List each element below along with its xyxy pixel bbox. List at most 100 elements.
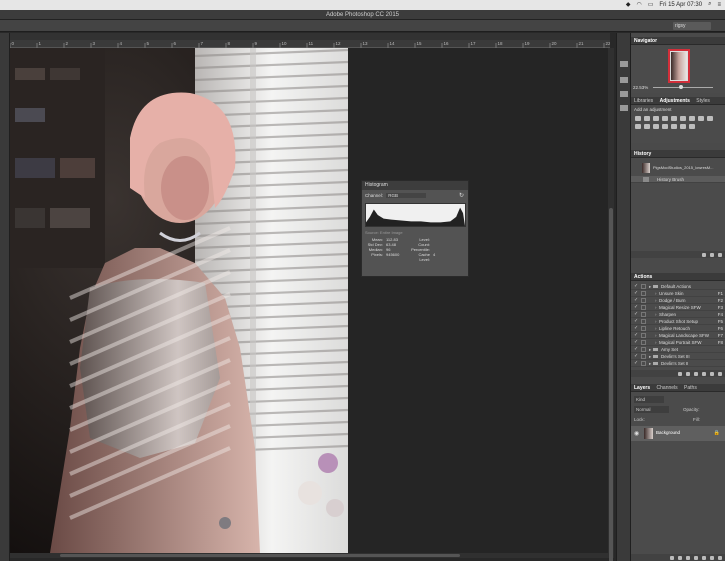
history-state[interactable]: History Brush bbox=[631, 176, 725, 183]
action-enabled-check[interactable]: ✓ bbox=[634, 339, 639, 346]
tab-libraries[interactable]: Libraries bbox=[634, 97, 653, 105]
toggle-dialog-icon[interactable] bbox=[641, 284, 646, 289]
wifi-icon[interactable]: ◠ bbox=[636, 1, 641, 8]
action-set[interactable]: ✓ ▸ Devlin's Set II bbox=[631, 360, 725, 367]
search-icon[interactable]: ⌕ bbox=[708, 1, 711, 8]
play-icon[interactable] bbox=[694, 371, 698, 376]
expand-arrow-icon[interactable]: ▸ bbox=[649, 353, 651, 360]
channel-select[interactable]: RGB bbox=[386, 193, 427, 198]
action-item[interactable]: ✓ › Dodge / Burn F2 bbox=[631, 297, 725, 304]
record-icon[interactable] bbox=[686, 371, 690, 376]
expand-arrow-icon[interactable]: › bbox=[655, 290, 657, 297]
link-layers-icon[interactable] bbox=[670, 555, 674, 560]
levels-icon[interactable] bbox=[644, 116, 650, 121]
action-enabled-check[interactable]: ✓ bbox=[634, 283, 639, 290]
history-tab[interactable]: History bbox=[634, 150, 651, 158]
curves-icon[interactable] bbox=[653, 116, 659, 121]
camera-icon[interactable] bbox=[710, 252, 714, 257]
toggle-dialog-icon[interactable] bbox=[641, 333, 646, 338]
panel-icon-3[interactable] bbox=[620, 91, 628, 97]
histogram-title[interactable]: Histogram bbox=[362, 181, 468, 190]
histogram-panel[interactable]: Histogram Channel: RGB ↻ Source: Entire … bbox=[361, 180, 469, 277]
menubar-clock[interactable]: Fri 15 Apr 07:30 bbox=[659, 2, 702, 8]
vertical-scroll-thumb[interactable] bbox=[609, 208, 613, 561]
stop-icon[interactable] bbox=[678, 371, 682, 376]
action-item[interactable]: ✓ › Lipline Retouch F6 bbox=[631, 325, 725, 332]
navigator-zoom-knob[interactable] bbox=[679, 85, 683, 89]
layer-row[interactable]: ◉ Background 🔒 bbox=[631, 426, 725, 441]
toggle-dialog-icon[interactable] bbox=[641, 347, 646, 352]
expand-arrow-icon[interactable]: ▸ bbox=[649, 346, 651, 353]
action-enabled-check[interactable]: ✓ bbox=[634, 360, 639, 367]
action-set[interactable]: ✓ ▸ Amy Set bbox=[631, 346, 725, 353]
history-snapshot[interactable]: PigsModStudios_2015_lowresM... bbox=[631, 162, 725, 174]
toggle-dialog-icon[interactable] bbox=[641, 361, 646, 366]
histogram-refresh-icon[interactable]: ↻ bbox=[459, 192, 464, 199]
panel-icon-1[interactable] bbox=[620, 61, 628, 67]
action-set[interactable]: ✓ ▸ Devlin's Set III bbox=[631, 353, 725, 360]
panel-icon-4[interactable] bbox=[620, 105, 628, 111]
action-item[interactable]: ✓ › Sharpen F4 bbox=[631, 311, 725, 318]
delete-layer-icon[interactable] bbox=[718, 555, 722, 560]
toggle-dialog-icon[interactable] bbox=[641, 354, 646, 359]
action-item[interactable]: ✓ › Magical Landscape SFW F7 bbox=[631, 332, 725, 339]
threshold-icon[interactable] bbox=[671, 124, 677, 129]
action-enabled-check[interactable]: ✓ bbox=[634, 325, 639, 332]
tab-paths[interactable]: Paths bbox=[684, 384, 697, 392]
document-image[interactable] bbox=[10, 48, 348, 553]
expand-arrow-icon[interactable]: › bbox=[655, 297, 657, 304]
action-enabled-check[interactable]: ✓ bbox=[634, 318, 639, 325]
visibility-eye-icon[interactable]: ◉ bbox=[634, 430, 639, 437]
expand-arrow-icon[interactable]: › bbox=[655, 304, 657, 311]
navigator-zoom[interactable]: 22.53% bbox=[633, 85, 648, 90]
color-lookup-icon[interactable] bbox=[644, 124, 650, 129]
action-enabled-check[interactable]: ✓ bbox=[634, 311, 639, 318]
trash-icon[interactable] bbox=[718, 252, 722, 257]
toggle-dialog-icon[interactable] bbox=[641, 312, 646, 317]
color-balance-icon[interactable] bbox=[689, 116, 695, 121]
navigator-zoom-slider[interactable] bbox=[653, 87, 713, 88]
action-enabled-check[interactable]: ✓ bbox=[634, 304, 639, 311]
navigator-tab[interactable]: Navigator bbox=[634, 37, 657, 45]
toggle-dialog-icon[interactable] bbox=[641, 340, 646, 345]
expand-arrow-icon[interactable]: › bbox=[655, 339, 657, 346]
photo-filter-icon[interactable] bbox=[707, 116, 713, 121]
gradient-map-icon[interactable] bbox=[680, 124, 686, 129]
actions-tab[interactable]: Actions bbox=[634, 273, 652, 281]
new-group-icon[interactable] bbox=[702, 555, 706, 560]
action-enabled-check[interactable]: ✓ bbox=[634, 297, 639, 304]
action-item[interactable]: ✓ › Magical Resize SFW F3 bbox=[631, 304, 725, 311]
blend-mode-select[interactable]: Normal bbox=[634, 406, 669, 413]
expand-arrow-icon[interactable]: › bbox=[655, 318, 657, 325]
action-item[interactable]: ✓ › Unsure Skin F1 bbox=[631, 290, 725, 297]
vertical-scrollbar[interactable] bbox=[608, 48, 614, 561]
battery-icon[interactable]: ▭ bbox=[648, 1, 654, 8]
layer-name[interactable]: Background bbox=[656, 430, 680, 435]
tab-channels[interactable]: Channels bbox=[657, 384, 678, 392]
new-set-icon[interactable] bbox=[702, 371, 706, 376]
brightness-contrast-icon[interactable] bbox=[635, 116, 641, 121]
selective-color-icon[interactable] bbox=[689, 124, 695, 129]
layer-style-icon[interactable] bbox=[678, 555, 682, 560]
delete-action-icon[interactable] bbox=[718, 371, 722, 376]
document-tab-strip[interactable] bbox=[10, 33, 610, 40]
exposure-icon[interactable] bbox=[662, 116, 668, 121]
action-item[interactable]: ✓ › Magical Portrait SFW F8 bbox=[631, 339, 725, 346]
action-set[interactable]: ✓ ▸ Default Actions bbox=[631, 283, 725, 290]
workspace-select[interactable]: rigsy bbox=[673, 22, 711, 30]
posterize-icon[interactable] bbox=[662, 124, 668, 129]
expand-arrow-icon[interactable]: › bbox=[655, 311, 657, 318]
navigator-header[interactable]: Navigator bbox=[631, 37, 725, 45]
panel-icon-2[interactable] bbox=[620, 77, 628, 83]
layer-kind-filter[interactable]: Kind bbox=[634, 396, 664, 403]
action-enabled-check[interactable]: ✓ bbox=[634, 346, 639, 353]
tab-layers[interactable]: Layers bbox=[634, 384, 650, 392]
expand-arrow-icon[interactable]: › bbox=[655, 325, 657, 332]
vibrance-icon[interactable] bbox=[671, 116, 677, 121]
toggle-dialog-icon[interactable] bbox=[641, 319, 646, 324]
toggle-dialog-icon[interactable] bbox=[641, 305, 646, 310]
navigator-thumbnail[interactable] bbox=[668, 49, 690, 83]
action-enabled-check[interactable]: ✓ bbox=[634, 353, 639, 360]
expand-arrow-icon[interactable]: › bbox=[655, 332, 657, 339]
dropbox-icon[interactable]: ◆ bbox=[626, 1, 631, 8]
